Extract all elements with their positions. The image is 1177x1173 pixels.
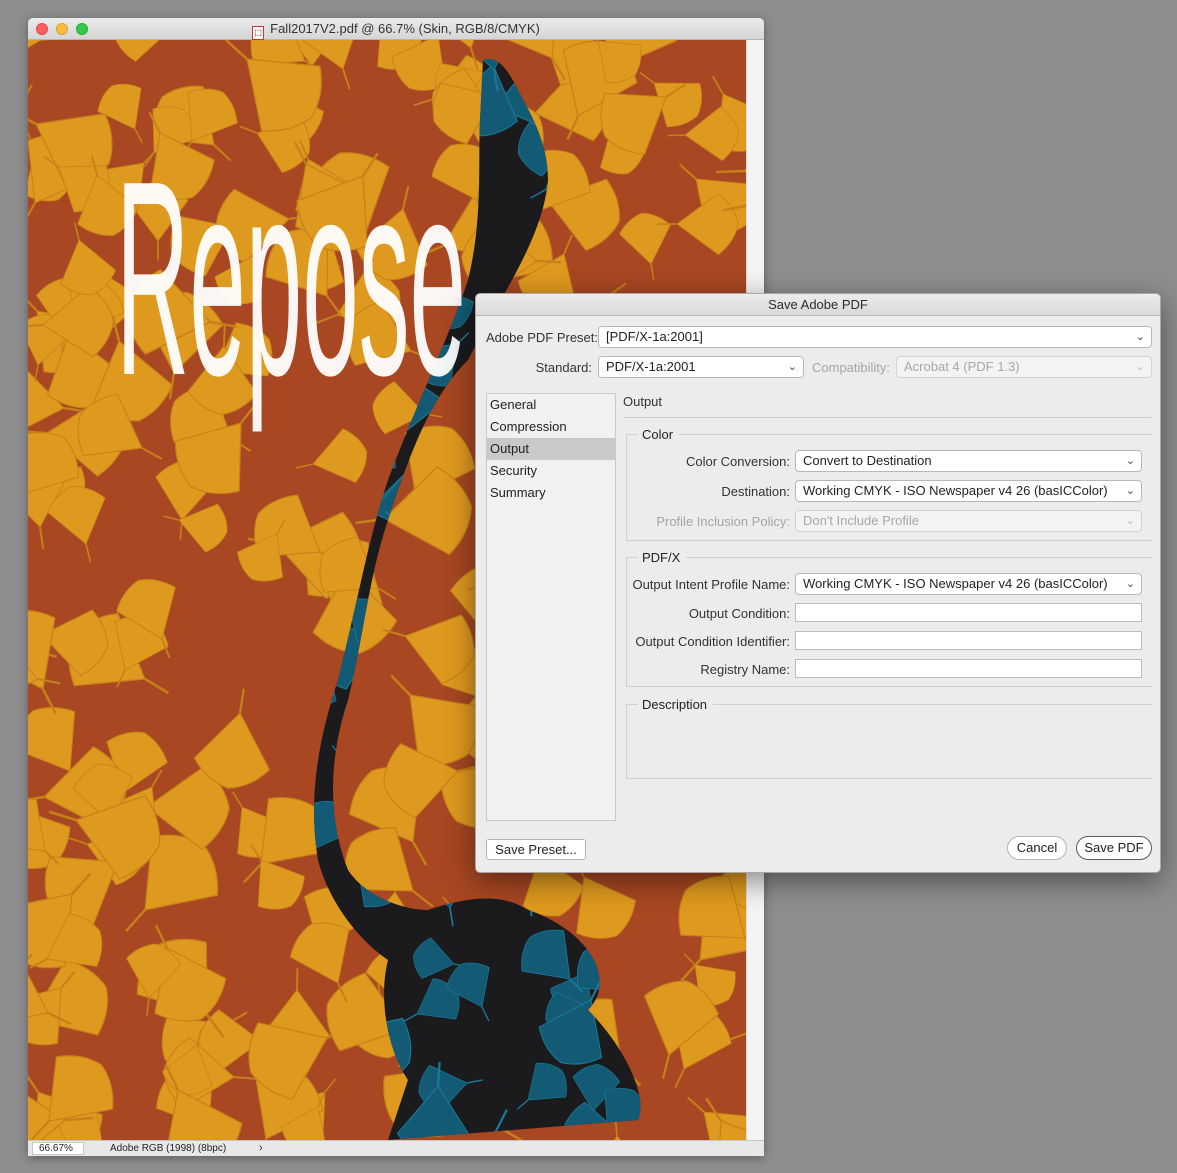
output-condition-label: Output Condition:: [688, 606, 790, 621]
sidebar-item-general[interactable]: General: [487, 394, 615, 416]
chevron-down-icon: ⌄: [1125, 578, 1135, 590]
save-adobe-pdf-dialog: Save Adobe PDF Adobe PDF Preset: [PDF/X-…: [475, 293, 1161, 873]
preset-select[interactable]: [PDF/X-1a:2001] ⌄: [598, 326, 1152, 348]
preset-select-value: [PDF/X-1a:2001]: [606, 329, 703, 344]
document-profile-info: Adobe RGB (1998) (8bpc): [110, 1143, 227, 1154]
compatibility-select: Acrobat 4 (PDF 1.3) ⌄: [896, 356, 1152, 378]
preset-label: Adobe PDF Preset:: [486, 330, 598, 345]
section-title: Output: [623, 394, 663, 409]
sidebar-item-compression[interactable]: Compression: [487, 416, 615, 438]
status-menu-arrow[interactable]: ›: [259, 1142, 263, 1154]
output-intent-label: Output Intent Profile Name:: [632, 577, 790, 592]
profile-inclusion-value: Don't Include Profile: [803, 513, 919, 528]
document-titlebar[interactable]: ⬚ Fall2017V2.pdf @ 66.7% (Skin, RGB/8/CMY…: [28, 18, 764, 40]
chevron-down-icon: ⌄: [1125, 515, 1135, 527]
description-group: [626, 704, 1152, 779]
color-conversion-value: Convert to Destination: [803, 453, 932, 468]
output-condition-field[interactable]: [795, 603, 1142, 622]
sidebar-item-summary[interactable]: Summary: [487, 482, 615, 504]
output-intent-value: Working CMYK - ISO Newspaper v4 26 (basI…: [803, 576, 1108, 591]
profile-inclusion-select: Don't Include Profile ⌄: [795, 510, 1142, 532]
chevron-down-icon: ⌄: [1135, 361, 1145, 373]
output-condition-identifier-field[interactable]: [795, 631, 1142, 650]
document-title-text: Fall2017V2.pdf @ 66.7% (Skin, RGB/8/CMYK…: [270, 21, 540, 36]
pdfx-group-legend: PDF/X: [638, 550, 687, 565]
save-pdf-button[interactable]: Save PDF: [1076, 836, 1152, 860]
settings-category-list: General Compression Output Security Summary: [486, 393, 616, 821]
dialog-title: Save Adobe PDF: [476, 294, 1160, 316]
color-conversion-label: Color Conversion:: [685, 454, 790, 469]
registry-name-label: Registry Name:: [700, 662, 790, 677]
compatibility-select-value: Acrobat 4 (PDF 1.3): [904, 359, 1020, 374]
compatibility-label: Compatibility:: [812, 360, 891, 375]
output-intent-select[interactable]: Working CMYK - ISO Newspaper v4 26 (basI…: [795, 573, 1142, 595]
standard-select-value: PDF/X-1a:2001: [606, 359, 696, 374]
color-conversion-select[interactable]: Convert to Destination ⌄: [795, 450, 1142, 472]
document-title: ⬚ Fall2017V2.pdf @ 66.7% (Skin, RGB/8/CMY…: [28, 21, 764, 40]
artwork-title-text: Repose: [116, 124, 466, 434]
status-bar: 66.67% Adobe RGB (1998) (8bpc) ›: [28, 1140, 764, 1156]
registry-name-field[interactable]: [795, 659, 1142, 678]
destination-label: Destination:: [721, 484, 790, 499]
chevron-down-icon: ⌄: [787, 361, 797, 373]
color-group-legend: Color: [638, 427, 680, 442]
zoom-field[interactable]: 66.67%: [32, 1142, 84, 1155]
pdf-file-icon: ⬚: [252, 26, 265, 40]
sidebar-item-output[interactable]: Output: [487, 438, 615, 460]
output-condition-identifier-label: Output Condition Identifier:: [635, 634, 790, 649]
chevron-down-icon: ⌄: [1135, 331, 1145, 343]
description-group-legend: Description: [638, 697, 714, 712]
standard-select[interactable]: PDF/X-1a:2001 ⌄: [598, 356, 804, 378]
destination-select[interactable]: Working CMYK - ISO Newspaper v4 26 (basI…: [795, 480, 1142, 502]
save-preset-button[interactable]: Save Preset...: [486, 839, 586, 860]
standard-label: Standard:: [535, 360, 592, 375]
chevron-down-icon: ⌄: [1125, 455, 1135, 467]
sidebar-item-security[interactable]: Security: [487, 460, 615, 482]
section-divider: [623, 417, 1151, 418]
profile-inclusion-label: Profile Inclusion Policy:: [656, 514, 790, 529]
cancel-button[interactable]: Cancel: [1007, 836, 1067, 860]
destination-value: Working CMYK - ISO Newspaper v4 26 (basI…: [803, 483, 1108, 498]
chevron-down-icon: ⌄: [1125, 485, 1135, 497]
